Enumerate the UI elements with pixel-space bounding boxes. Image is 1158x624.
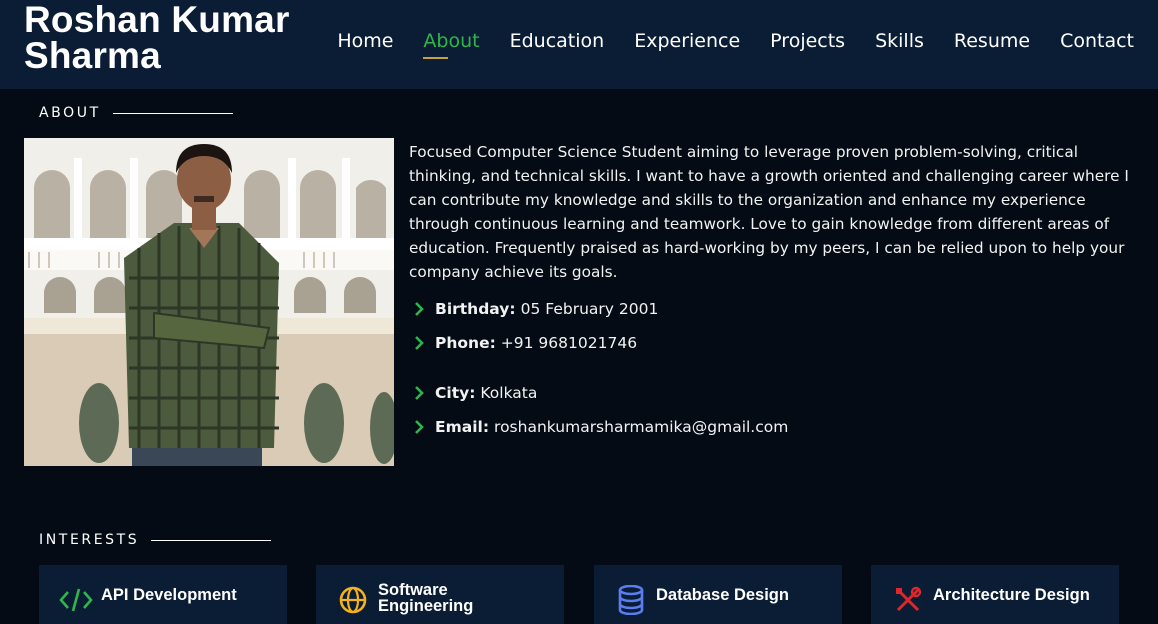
- nav-home[interactable]: Home: [337, 30, 393, 52]
- title-underline: [112, 112, 233, 114]
- info-city: City: Kolkata: [414, 384, 537, 402]
- interest-card-software[interactable]: Software Engineering: [316, 565, 564, 624]
- nav-education[interactable]: Education: [510, 30, 605, 52]
- nav-contact[interactable]: Contact: [1060, 30, 1134, 52]
- info-value: Kolkata: [480, 384, 538, 402]
- interest-card-architecture[interactable]: Architecture Design: [871, 565, 1119, 624]
- interest-label-line1: Database Design: [656, 586, 789, 604]
- nav-resume[interactable]: Resume: [954, 30, 1030, 52]
- info-value: +91 9681021746: [500, 334, 638, 352]
- chevron-right-icon: [414, 300, 435, 318]
- chevron-right-icon: [414, 418, 435, 436]
- nav-projects[interactable]: Projects: [770, 30, 845, 52]
- nav-skills[interactable]: Skills: [875, 30, 924, 52]
- interest-card-api[interactable]: API Development: [39, 565, 287, 624]
- interest-label-line1: Software: [378, 581, 448, 599]
- nav-about[interactable]: About: [423, 30, 480, 59]
- info-label: Phone:: [435, 334, 496, 352]
- interest-label: Database Design: [656, 586, 789, 604]
- database-icon: [614, 583, 648, 617]
- brand-line-1: Roshan Kumar: [24, 0, 290, 40]
- info-label: Birthday:: [435, 300, 516, 318]
- about-description: Focused Computer Science Student aiming …: [409, 143, 1129, 281]
- info-value[interactable]: roshankumarsharmamika@gmail.com: [494, 418, 788, 436]
- chevron-right-icon: [414, 384, 435, 402]
- title-underline: [151, 539, 272, 541]
- info-label: Email:: [435, 418, 490, 436]
- info-phone: Phone: +91 9681021746: [414, 334, 637, 352]
- info-label: City:: [435, 384, 476, 402]
- about-title-text: ABOUT: [39, 105, 101, 121]
- interest-label: API Development: [101, 586, 237, 604]
- code-icon: [59, 583, 93, 617]
- interest-label-line2: Engineering: [378, 597, 474, 615]
- info-birthday: Birthday: 05 February 2001: [414, 300, 658, 318]
- chevron-right-icon: [414, 334, 435, 352]
- interests-title-text: INTERESTS: [39, 532, 140, 548]
- tools-icon: [891, 583, 925, 617]
- globe-icon: [336, 583, 370, 617]
- info-email: Email: roshankumarsharmamika@gmail.com: [414, 418, 788, 436]
- site-logo-name[interactable]: Roshan Kumar Sharma: [24, 0, 324, 76]
- interest-label: Software Engineering: [378, 581, 474, 615]
- interest-label-line1: Architecture Design: [933, 586, 1090, 604]
- interest-label: Architecture Design: [933, 586, 1090, 604]
- main-nav: Home About Education Experience Projects…: [307, 30, 1134, 59]
- about-section-title: ABOUT: [39, 105, 233, 121]
- nav-experience[interactable]: Experience: [634, 30, 740, 52]
- site-header: Roshan Kumar Sharma Home About Education…: [0, 0, 1158, 89]
- info-value: 05 February 2001: [520, 300, 659, 318]
- profile-photo: [24, 138, 394, 466]
- interest-label-line1: API Development: [101, 586, 237, 604]
- brand-line-2: Sharma: [24, 35, 161, 76]
- interests-section-title: INTERESTS: [39, 532, 272, 548]
- interest-card-database[interactable]: Database Design: [594, 565, 842, 624]
